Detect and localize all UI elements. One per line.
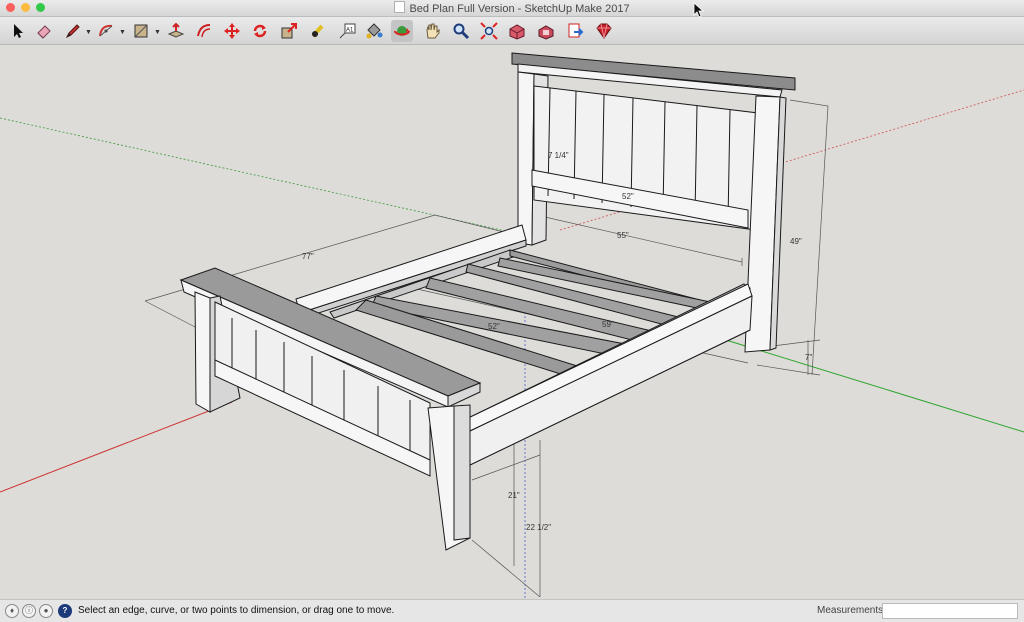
layout-icon bbox=[568, 23, 584, 38]
zoom-extents-tool[interactable] bbox=[478, 20, 500, 42]
extension-icon bbox=[538, 25, 554, 40]
dimension-label-footboard-height: 21" bbox=[508, 491, 520, 500]
send-to-layout-button[interactable] bbox=[564, 20, 586, 42]
tape-measure-icon bbox=[311, 24, 324, 38]
extension-manager-button[interactable] bbox=[593, 20, 615, 42]
move-tool[interactable] bbox=[221, 20, 243, 42]
eraser-tool[interactable] bbox=[33, 20, 55, 42]
scale-icon bbox=[281, 23, 297, 39]
offset-icon bbox=[197, 24, 211, 38]
measurements-label: Measurements bbox=[817, 605, 884, 616]
user-icon[interactable]: ● bbox=[39, 604, 53, 618]
extension-warehouse-button[interactable] bbox=[535, 20, 557, 42]
ruby-gem-icon bbox=[596, 23, 612, 39]
dimension-label-headboard-height: 49" bbox=[790, 237, 802, 246]
window-title-text: Bed Plan Full Version - SketchUp Make 20… bbox=[409, 3, 630, 15]
dimension-label-length: 77" bbox=[302, 252, 314, 261]
rectangle-icon bbox=[134, 24, 148, 38]
model-viewport[interactable]: 7 1/4" 52" 55" 77" 52" 59" 49" 7" 21" 22… bbox=[0, 45, 1024, 598]
dimension-label-leg-height: 7" bbox=[805, 353, 813, 362]
shapes-tool-dropdown-icon[interactable]: ▼ bbox=[154, 29, 161, 36]
magnifier-icon bbox=[453, 23, 470, 40]
dimension-label-footpost-height: 22 1/2" bbox=[526, 523, 552, 532]
hand-icon bbox=[426, 23, 440, 39]
headboard bbox=[511, 52, 796, 353]
paint-bucket-tool[interactable] bbox=[363, 20, 385, 42]
orbit-icon bbox=[394, 26, 410, 36]
eraser-icon bbox=[37, 25, 51, 39]
green-axis-dashed bbox=[0, 117, 511, 233]
line-tool[interactable] bbox=[62, 20, 84, 42]
scale-tool[interactable] bbox=[278, 20, 300, 42]
window-title-bar: Bed Plan Full Version - SketchUp Make 20… bbox=[0, 0, 1024, 17]
measurements-input[interactable] bbox=[882, 603, 1018, 619]
dimension-label-slat-length: 59" bbox=[602, 320, 614, 329]
offset-tool[interactable] bbox=[193, 20, 215, 42]
text-icon: A1 bbox=[339, 23, 356, 39]
window-title: Bed Plan Full Version - SketchUp Make 20… bbox=[0, 1, 1024, 15]
text-tool-glyph: A1 bbox=[346, 28, 354, 34]
credits-icon[interactable]: ⓘ bbox=[22, 604, 36, 618]
warehouse-icon bbox=[509, 24, 525, 40]
status-message: Select an edge, curve, or two points to … bbox=[78, 605, 395, 616]
status-bar: ♦ ⓘ ● ? Select an edge, curve, or two po… bbox=[0, 599, 1024, 622]
dimension-label-slat-width: 52" bbox=[488, 322, 500, 331]
dimension-label-inner-width: 55" bbox=[617, 231, 629, 240]
rotate-icon bbox=[253, 24, 267, 38]
line-tool-dropdown-icon[interactable]: ▼ bbox=[85, 29, 92, 36]
select-tool[interactable] bbox=[6, 20, 28, 42]
arc-icon bbox=[99, 24, 113, 37]
red-axis bbox=[0, 401, 233, 493]
bed-model-drawing bbox=[0, 52, 1024, 598]
document-icon bbox=[394, 1, 406, 13]
mouse-cursor-icon bbox=[693, 2, 705, 18]
dimension-label-headboard-width: 52" bbox=[622, 192, 634, 201]
push-pull-icon bbox=[167, 22, 185, 38]
arc-tool-dropdown-icon[interactable]: ▼ bbox=[119, 29, 126, 36]
arc-tool[interactable] bbox=[95, 20, 117, 42]
3d-warehouse-button[interactable] bbox=[506, 20, 528, 42]
text-tool[interactable]: A1 bbox=[336, 20, 358, 42]
geo-location-icon[interactable]: ♦ bbox=[5, 604, 19, 618]
help-icon[interactable]: ? bbox=[58, 604, 72, 618]
push-pull-tool[interactable] bbox=[165, 20, 187, 42]
pan-tool[interactable] bbox=[421, 20, 443, 42]
arrow-cursor-icon bbox=[14, 24, 23, 38]
pencil-icon bbox=[65, 24, 80, 39]
move-arrows-icon bbox=[224, 23, 240, 39]
shapes-tool[interactable] bbox=[130, 20, 152, 42]
tape-measure-tool[interactable] bbox=[307, 20, 329, 42]
rotate-tool[interactable] bbox=[249, 20, 271, 42]
paint-bucket-icon bbox=[366, 23, 383, 39]
dimension-label-headboard-rail: 7 1/4" bbox=[548, 151, 569, 160]
zoom-extents-icon bbox=[480, 22, 498, 40]
zoom-tool[interactable] bbox=[450, 20, 472, 42]
orbit-tool[interactable] bbox=[391, 20, 413, 42]
main-toolbar: ▼ ▼ ▼ A1 bbox=[0, 17, 1024, 45]
